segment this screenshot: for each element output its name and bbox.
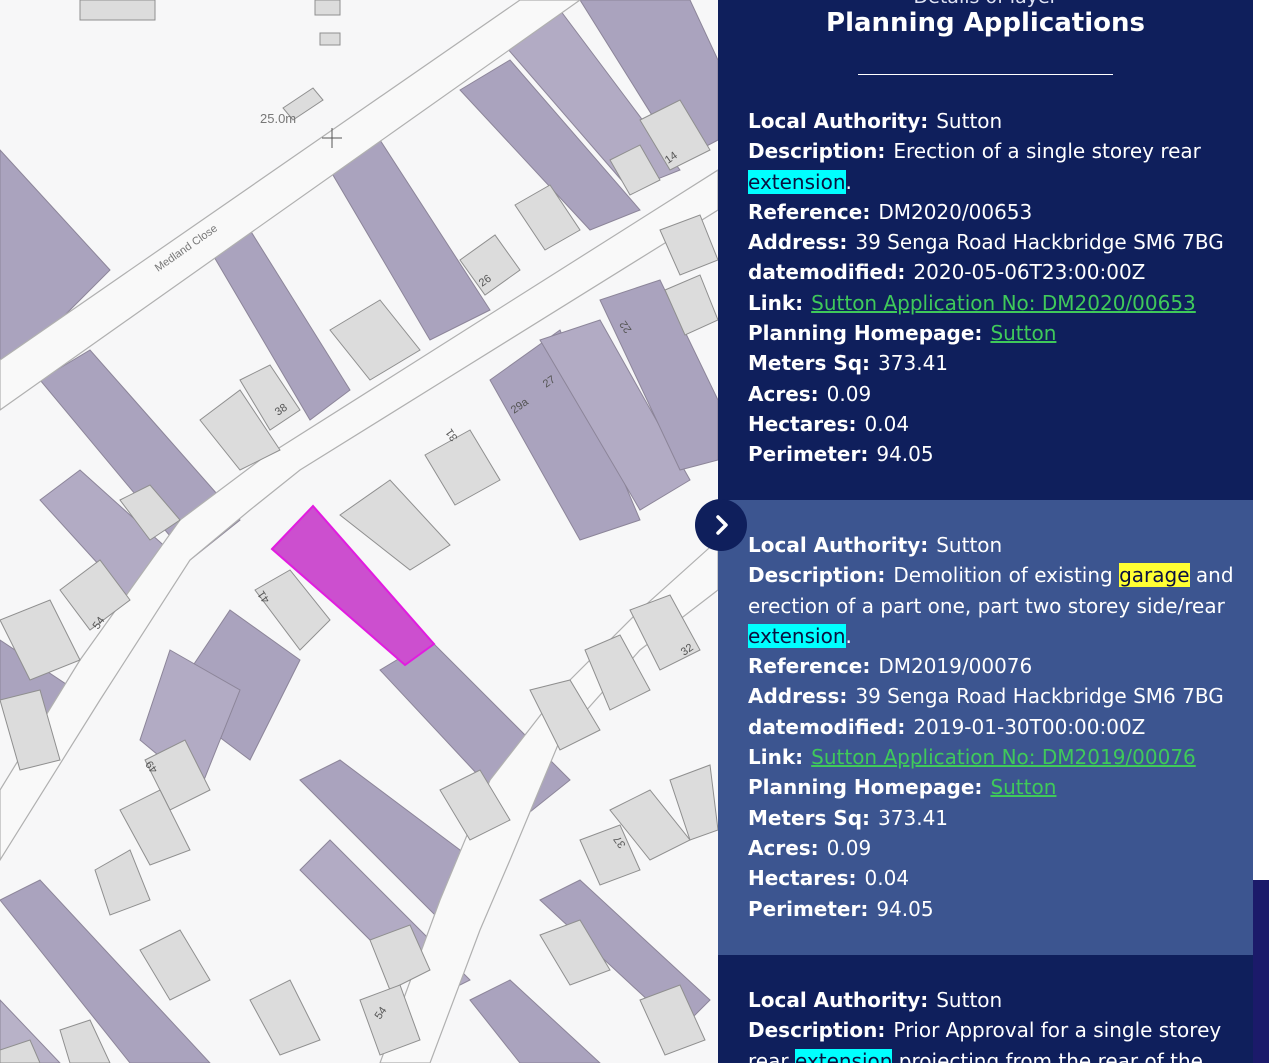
title-divider xyxy=(858,74,1113,75)
highlighted-keyword: extension xyxy=(748,623,846,648)
description-fragment: projecting from the rear of the xyxy=(892,1048,1203,1063)
field-label: Acres: xyxy=(748,381,819,406)
collapse-panel-button[interactable] xyxy=(695,499,747,551)
field-label: Planning Homepage: xyxy=(748,321,983,346)
address-value: 39 Senga Road Hackbridge SM6 7BG xyxy=(855,684,1224,709)
field-label: Acres: xyxy=(748,835,819,860)
field-label: Description: xyxy=(748,139,886,164)
meters-sq-value: 373.41 xyxy=(878,805,949,830)
field-label: Address: xyxy=(748,684,848,709)
field-label: Local Authority: xyxy=(748,988,929,1012)
field-label: datemodified: xyxy=(748,714,906,739)
description-fragment: Erection of a single storey rear xyxy=(893,139,1201,164)
description-fragment: . xyxy=(845,169,852,194)
address-value: 39 Senga Road Hackbridge SM6 7BG xyxy=(855,230,1224,255)
building xyxy=(79,0,156,21)
field-label: Description: xyxy=(748,1018,886,1043)
datemodified-value: 2020-05-06T23:00:00Z xyxy=(913,260,1146,285)
description-value: Description: Prior Approval for a single … xyxy=(748,1015,1235,1063)
hectares-value: 0.04 xyxy=(864,866,910,891)
building xyxy=(314,0,341,16)
hectares-value: 0.04 xyxy=(864,411,910,436)
datemodified-value: 2019-01-30T00:00:00Z xyxy=(913,714,1146,739)
field-label: Link: xyxy=(748,290,804,315)
planning-record: Local Authority: Sutton Description: Prior… xyxy=(718,955,1253,1063)
field-label: Perimeter: xyxy=(748,442,869,467)
field-label: Description: xyxy=(748,563,886,588)
description-value: Description: Erection of a single storey … xyxy=(748,136,1235,197)
description-fragment: Demolition of existing xyxy=(893,563,1120,588)
panel-scrollbar[interactable] xyxy=(1254,0,1262,878)
details-panel[interactable]: Details of layer Planning Applications L… xyxy=(718,0,1253,1063)
field-label: Address: xyxy=(748,230,848,255)
field-label: datemodified: xyxy=(748,260,906,285)
local-authority-value: Sutton xyxy=(936,988,1003,1012)
field-label: Hectares: xyxy=(748,411,857,436)
planning-homepage-link[interactable]: Sutton xyxy=(990,775,1056,799)
map-view[interactable]: 25.0m Medland Close 14 26 38 31 29a 27 2… xyxy=(0,0,718,1063)
field-label: Reference: xyxy=(748,199,871,224)
chevron-right-icon xyxy=(716,515,728,535)
planning-record: Local Authority: Sutton Description: Erect… xyxy=(718,106,1253,500)
perimeter-value: 94.05 xyxy=(876,896,934,921)
application-link[interactable]: Sutton Application No: DM2019/00076 xyxy=(811,745,1196,769)
field-label: Reference: xyxy=(748,654,871,679)
planning-homepage-link[interactable]: Sutton xyxy=(990,321,1056,345)
panel-subtitle: Details of layer xyxy=(718,0,1253,8)
acres-value: 0.09 xyxy=(826,835,872,860)
acres-value: 0.09 xyxy=(826,381,872,406)
panel-header: Details of layer Planning Applications xyxy=(718,0,1253,80)
map-canvas[interactable]: 25.0m Medland Close 14 26 38 31 29a 27 2… xyxy=(0,0,718,1063)
field-label: Local Authority: xyxy=(748,533,929,557)
description-value: Description: Demolition of existing garag… xyxy=(748,560,1235,651)
field-label: Hectares: xyxy=(748,866,857,891)
highlighted-keyword: extension xyxy=(794,1048,893,1063)
field-label: Perimeter: xyxy=(748,896,869,921)
field-label: Planning Homepage: xyxy=(748,775,983,800)
field-label: Link: xyxy=(748,745,804,770)
description-fragment: . xyxy=(845,623,852,648)
meters-sq-value: 373.41 xyxy=(878,351,949,376)
highlighted-keyword: garage xyxy=(1119,563,1190,588)
building xyxy=(319,32,341,46)
spot-height-label: 25.0m xyxy=(260,111,296,126)
field-label: Meters Sq: xyxy=(748,351,871,376)
local-authority-value: Sutton xyxy=(936,533,1003,557)
field-label: Meters Sq: xyxy=(748,805,871,830)
reference-value: DM2019/00076 xyxy=(878,654,1033,679)
reference-value: DM2020/00653 xyxy=(878,199,1033,224)
perimeter-value: 94.05 xyxy=(876,442,934,467)
local-authority-value: Sutton xyxy=(936,109,1003,133)
planning-record: Local Authority: Sutton Description: Demol… xyxy=(718,500,1253,955)
highlighted-keyword: extension xyxy=(748,169,846,194)
application-link[interactable]: Sutton Application No: DM2020/00653 xyxy=(811,291,1196,315)
field-label: Local Authority: xyxy=(748,109,929,133)
panel-title: Planning Applications xyxy=(826,8,1145,38)
